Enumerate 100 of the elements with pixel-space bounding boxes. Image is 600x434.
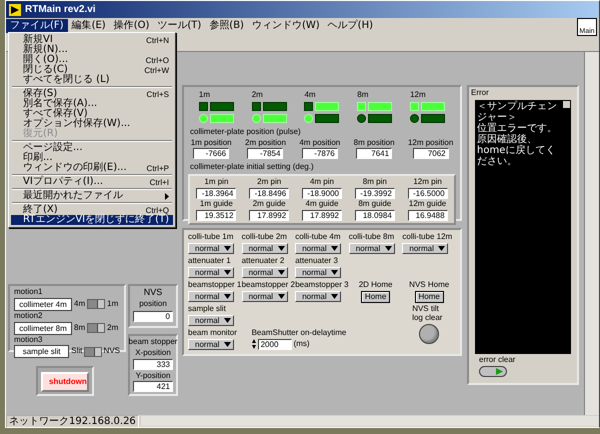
caret-icon bbox=[224, 294, 231, 299]
dropdown-label: sample slit bbox=[188, 305, 226, 314]
dropdown[interactable]: normal bbox=[402, 242, 448, 254]
menu-item[interactable]: すべてを閉じる (L) bbox=[11, 75, 173, 85]
menu-bar-item[interactable]: ウィンドウ(W) bbox=[248, 18, 324, 32]
number-field[interactable]: 17.8992 bbox=[302, 210, 342, 221]
dropdown[interactable]: normal bbox=[242, 266, 288, 278]
dropdown[interactable]: normal bbox=[295, 266, 342, 278]
menu-item[interactable]: RTエンジンVIを閉じずに終了(T) bbox=[11, 215, 173, 225]
toggle-switch[interactable] bbox=[87, 299, 106, 310]
dropdown[interactable]: normal bbox=[348, 242, 395, 254]
field-label: 4m guide bbox=[306, 200, 338, 209]
field-label: 2m position bbox=[245, 138, 286, 148]
menu-bar-item[interactable]: ヘルプ(H) bbox=[324, 18, 377, 32]
number-field[interactable]: 333 bbox=[133, 358, 173, 370]
number-field[interactable]: 19.3512 bbox=[196, 210, 236, 221]
menu-item[interactable]: 新規(N)... bbox=[11, 45, 173, 55]
number-field[interactable]: 2000 bbox=[258, 338, 292, 350]
dropdown[interactable]: normal bbox=[295, 242, 342, 254]
error-clear-button[interactable] bbox=[479, 366, 507, 377]
caret-icon bbox=[224, 270, 231, 275]
panel-title: NVS bbox=[144, 288, 162, 298]
field-label: 8m position bbox=[354, 138, 395, 148]
menu-bar-item[interactable]: ツール(T) bbox=[153, 18, 206, 32]
home-button[interactable]: Home bbox=[414, 290, 444, 303]
field-label: motion2 bbox=[14, 312, 44, 321]
menu-bar-item[interactable]: 操作(O) bbox=[110, 18, 154, 32]
caret-icon bbox=[224, 318, 231, 323]
shortcut-label: Ctrl+Q bbox=[146, 206, 169, 214]
round-button[interactable] bbox=[419, 324, 440, 344]
field-label: 4m position bbox=[299, 138, 340, 148]
field-label: BeamShutter on-delaytime bbox=[252, 329, 346, 338]
status-text: ネットワーク192.168.0.26 bbox=[6, 414, 139, 428]
number-field[interactable]: 17.8992 bbox=[249, 210, 290, 221]
number-field[interactable]: -7854 bbox=[247, 148, 284, 160]
dropdown[interactable]: normal bbox=[242, 242, 288, 254]
panel-title: Error bbox=[471, 89, 490, 98]
number-field[interactable]: 7062 bbox=[412, 148, 449, 160]
menu-item[interactable]: ページ設定... bbox=[11, 143, 173, 153]
caret-icon bbox=[331, 246, 338, 251]
dropdown[interactable]: normal bbox=[295, 290, 342, 302]
dropdown[interactable]: normal bbox=[188, 314, 234, 326]
menu-item[interactable]: 開く(O)... Ctrl+O bbox=[11, 55, 173, 65]
console-line: 位置エラーです。原因確認後、homeに戻してください。 bbox=[477, 122, 558, 167]
home-button[interactable]: Home bbox=[360, 290, 390, 303]
menu-item[interactable]: VIプロパティ(I)... Ctrl+I bbox=[11, 177, 173, 187]
menu-bar-item[interactable]: 参照(B) bbox=[205, 18, 248, 32]
field-label: 1m guide bbox=[200, 200, 233, 209]
switch-label: 2m bbox=[107, 324, 118, 332]
field-label: 12m position bbox=[408, 138, 454, 148]
toggle-switch[interactable] bbox=[87, 323, 106, 334]
number-field[interactable]: 421 bbox=[133, 381, 173, 392]
number-field[interactable]: 7641 bbox=[356, 148, 392, 160]
text-field[interactable]: collimeter 4m bbox=[14, 298, 72, 311]
number-field[interactable]: 0 bbox=[133, 310, 173, 322]
menu-item[interactable]: ウィンドウの印刷(E)... Ctrl+P bbox=[11, 163, 173, 173]
button-caption: NVS Home bbox=[409, 281, 450, 290]
number-field[interactable]: -7876 bbox=[302, 148, 338, 160]
menu-item[interactable]: 終了(X) Ctrl+Q bbox=[11, 205, 173, 215]
dropdown-label: colli-tube 8m bbox=[348, 233, 394, 242]
number-field[interactable]: -18.8496 bbox=[249, 188, 290, 199]
number-field[interactable]: -18.3964 bbox=[196, 188, 236, 199]
menu-bar-item[interactable]: 編集(E) bbox=[68, 18, 110, 32]
number-field[interactable]: -19.3992 bbox=[354, 188, 395, 199]
number-field[interactable]: -16.5000 bbox=[408, 188, 448, 199]
dropdown[interactable]: normal bbox=[188, 338, 234, 350]
text-field[interactable]: sample slit bbox=[14, 345, 70, 358]
menu-item[interactable]: すべて保存(V) bbox=[11, 109, 173, 119]
dropdown-label: beam monitor bbox=[188, 329, 237, 338]
shortcut-label: Ctrl+W bbox=[144, 66, 169, 74]
dropdown[interactable]: normal bbox=[188, 290, 234, 302]
lamp-label: 2m bbox=[252, 91, 263, 100]
field-label: motion1 bbox=[14, 288, 44, 297]
switch-label: Slit bbox=[71, 347, 82, 356]
number-field[interactable]: 18.0984 bbox=[354, 210, 395, 221]
field-label: 2m guide bbox=[252, 200, 286, 209]
dropdown[interactable]: normal bbox=[188, 266, 234, 278]
horizontal-scrollbar[interactable] bbox=[140, 416, 599, 426]
toggle-switch[interactable] bbox=[84, 346, 102, 357]
vertical-scrollbar[interactable] bbox=[584, 52, 599, 415]
caret-icon bbox=[438, 246, 446, 251]
menu-item[interactable]: 閉じる(C) Ctrl+W bbox=[11, 65, 173, 75]
dropdown[interactable]: normal bbox=[242, 290, 288, 302]
dropdown-label: beamstopper 3 bbox=[295, 281, 349, 290]
dropdown-label: colli-tube 1m bbox=[188, 233, 234, 242]
number-field[interactable]: -7666 bbox=[193, 148, 230, 160]
menu-bar-item[interactable]: ファイル(F) bbox=[6, 18, 68, 32]
menu-item[interactable]: 別名で保存(A)... bbox=[11, 99, 173, 109]
menu-item[interactable]: 印刷... bbox=[11, 153, 173, 163]
dropdown[interactable]: normal bbox=[188, 242, 234, 254]
menu-item[interactable]: 新規VI Ctrl+N bbox=[11, 35, 173, 45]
text-field[interactable]: collimeter 8m bbox=[14, 322, 72, 335]
number-field[interactable]: -18.9000 bbox=[302, 188, 342, 199]
field-label: 2m pin bbox=[257, 178, 282, 187]
dropdown-label: attenuater 3 bbox=[295, 257, 338, 266]
switch-label: NVS bbox=[104, 347, 120, 356]
menu-item[interactable]: オプション付保存(W)... bbox=[11, 119, 173, 129]
menu-item[interactable]: 保存(S) Ctrl+S bbox=[11, 89, 173, 99]
number-field[interactable]: 16.9488 bbox=[408, 210, 448, 221]
menu-item[interactable]: 最近開かれたファイル bbox=[11, 191, 173, 201]
